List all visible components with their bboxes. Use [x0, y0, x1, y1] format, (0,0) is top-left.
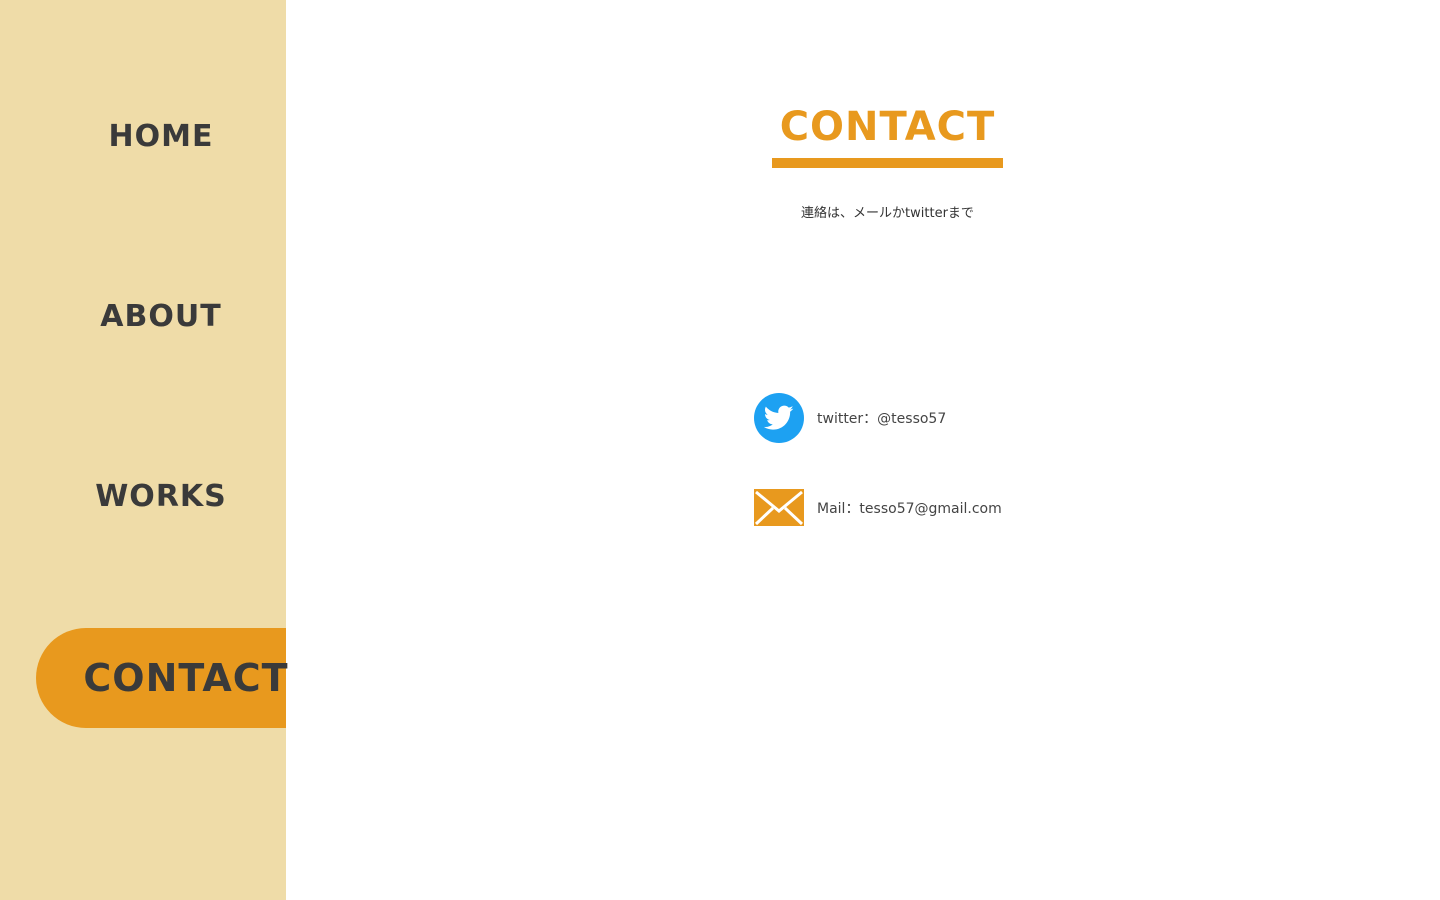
nav-item-label: HOME [108, 118, 214, 154]
nav-item-about[interactable]: ABOUT [36, 266, 286, 366]
page-title: CONTACT [779, 104, 996, 150]
twitter-contact-row[interactable]: twitter：@tesso57 [754, 393, 946, 443]
twitter-handle[interactable]: twitter：@tesso57 [817, 408, 946, 428]
nav-item-label: CONTACT [83, 656, 289, 700]
sidebar-nav: HOME ABOUT WORKS CONTACT [0, 0, 289, 900]
intro-text: 連絡は、メールかtwitterまで [801, 206, 974, 221]
mail-icon[interactable] [754, 489, 804, 526]
nav-item-label: ABOUT [100, 298, 222, 334]
mail-address[interactable]: Mail：tesso57@gmail.com [817, 498, 1002, 518]
title-underline [772, 158, 1003, 168]
nav-item-label: WORKS [95, 478, 227, 514]
nav-item-contact[interactable]: CONTACT [36, 628, 289, 728]
main-content: CONTACT 連絡は、メールかtwitterまで twitter：@tesso… [286, 0, 1440, 900]
mail-contact-row[interactable]: Mail：tesso57@gmail.com [754, 489, 1002, 526]
nav-item-works[interactable]: WORKS [36, 446, 286, 546]
nav-item-home[interactable]: HOME [36, 86, 286, 186]
twitter-icon[interactable] [754, 393, 804, 443]
